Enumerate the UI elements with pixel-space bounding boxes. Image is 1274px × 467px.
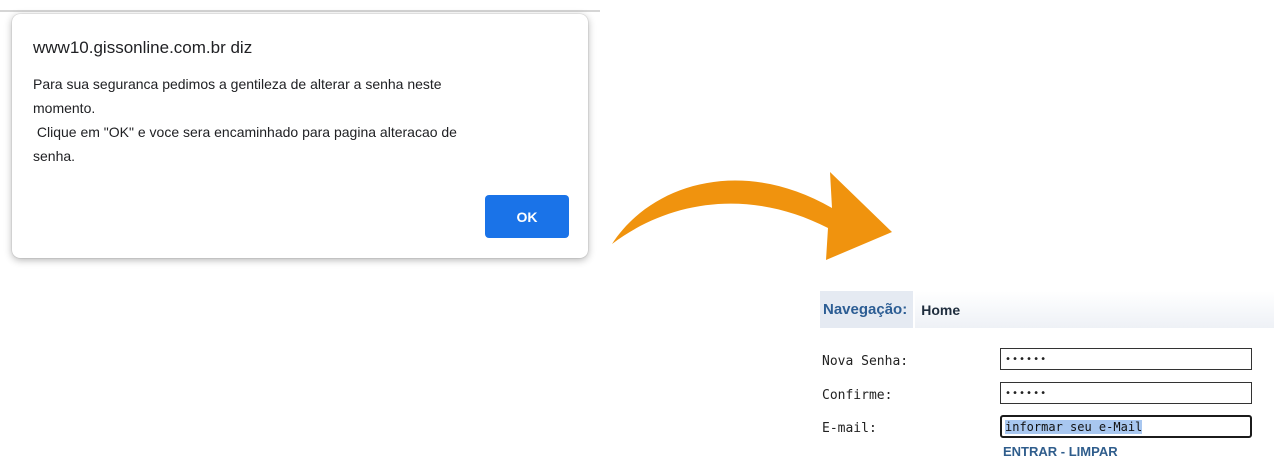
new-password-input[interactable]: •••••• (1000, 348, 1252, 370)
confirm-password-input[interactable]: •••••• (1000, 382, 1252, 404)
new-password-row: Nova Senha: (822, 352, 908, 370)
clear-link[interactable]: LIMPAR (1069, 444, 1118, 459)
email-value: informar seu e-Mail (1005, 419, 1143, 434)
dialog-title: www10.gissonline.com.br diz (33, 38, 253, 57)
navigation-bar: Navegação: Home (820, 291, 1274, 328)
new-password-value: •••••• (1005, 353, 1048, 365)
enter-link[interactable]: ENTRAR (1003, 444, 1057, 459)
ok-button[interactable]: OK (485, 195, 569, 238)
dialog-message-line: senha. (33, 148, 76, 164)
page-top-border (0, 10, 600, 12)
arrow-shape (612, 172, 892, 260)
nav-home-link[interactable]: Home (921, 302, 960, 318)
curved-arrow-icon (612, 172, 892, 260)
alert-dialog: www10.gissonline.com.br diz Para sua seg… (12, 14, 588, 258)
form-actions: ENTRAR - LIMPAR (1003, 444, 1118, 459)
navigation-label-cell: Navegação: (820, 291, 916, 328)
email-label: E-mail: (822, 421, 877, 436)
confirm-row: Confirme: (822, 386, 892, 404)
new-password-label: Nova Senha: (822, 354, 909, 369)
dialog-message-line: Clique em "OK" e voce sera encaminhado p… (33, 124, 457, 140)
navigation-label: Navegação: (823, 301, 908, 318)
confirm-password-value: •••••• (1005, 387, 1048, 399)
dialog-message: Para sua seguranca pedimos a gentileza d… (33, 72, 553, 168)
confirm-label: Confirme: (822, 388, 893, 403)
dialog-message-line: Para sua seguranca pedimos a gentileza d… (33, 76, 442, 92)
dialog-message-line: momento. (33, 100, 96, 116)
actions-separator: - (1057, 444, 1069, 459)
email-input[interactable]: informar seu e-Mail (1000, 415, 1252, 438)
email-row: E-mail: (822, 419, 877, 437)
